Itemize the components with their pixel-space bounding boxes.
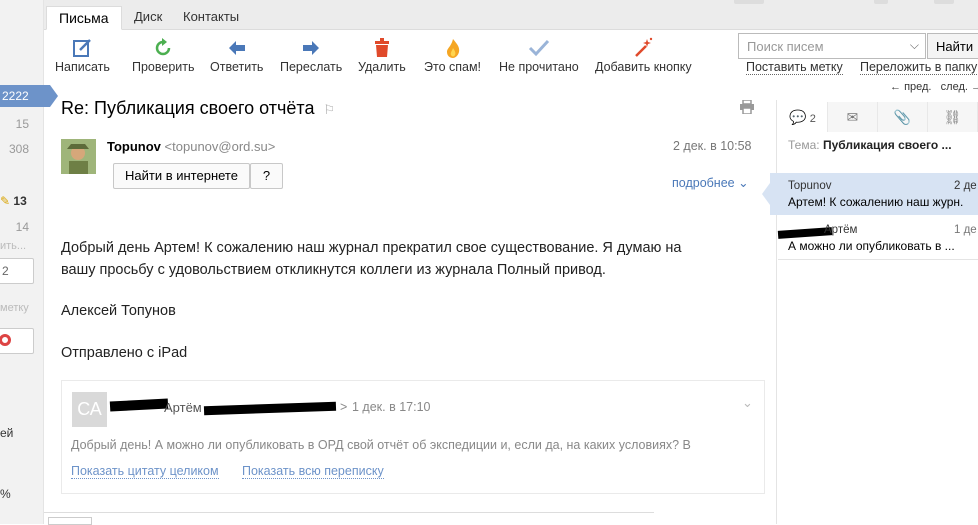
quoted-email-end: > <box>340 400 348 414</box>
top-right-controls <box>734 0 964 6</box>
next-link[interactable]: след. → <box>941 81 978 93</box>
folder-count: 14 <box>15 220 29 234</box>
find-online-button[interactable]: Найти в интернете <box>113 163 250 189</box>
delete-button[interactable]: Удалить <box>358 36 406 74</box>
redaction-mark <box>203 401 337 416</box>
body-line: Добрый день Артем! К сожалению наш журна… <box>61 240 682 256</box>
message-date: 2 дек. в 10:58 <box>673 139 752 153</box>
trash-icon <box>374 38 389 57</box>
body-line: вашу просьбу с удовольствием откликнутся… <box>61 262 606 278</box>
thread-item-selected[interactable]: Topunov 2 де Артем! К сожалению наш журн… <box>762 173 978 215</box>
magic-wand-icon <box>635 37 653 57</box>
quoted-avatar: СА <box>72 392 107 427</box>
fire-icon <box>446 39 459 58</box>
checkmark-icon <box>528 39 549 57</box>
chevron-down-icon[interactable]: ⌄ <box>742 395 753 411</box>
sender-email: <topunov@ord.su> <box>164 139 276 154</box>
compose-button[interactable]: Написать <box>55 36 110 74</box>
chevron-down-icon[interactable]: ⌵ <box>910 38 919 53</box>
thread-item-from: Артём <box>824 224 858 236</box>
folder-label-partial: метку <box>0 302 29 314</box>
quoted-date: 1 дек. в 17:10 <box>352 400 431 414</box>
quoted-text: Добрый день! А можно ли опубликовать в О… <box>71 438 691 452</box>
chat-bubble-icon: 💬 <box>789 109 807 125</box>
help-button[interactable]: ? <box>250 163 283 189</box>
forward-arrow-icon <box>303 41 320 55</box>
thread-item-date: 1 де <box>954 224 977 236</box>
more-details-link[interactable]: подробнее ⌄ <box>672 175 749 190</box>
sender-line: Topunov <topunov@ord.su> <box>107 139 275 154</box>
check-mail-button[interactable]: Проверить <box>132 36 195 74</box>
thread-tabs: 💬 2 ✉ 📎 ⛓ <box>778 102 978 132</box>
partial-button[interactable]: 2 <box>0 258 34 284</box>
tab-contacts[interactable]: Контакты <box>171 6 251 30</box>
show-thread-link[interactable]: Показать всю переписку <box>242 464 384 479</box>
folder-sidebar: 2222 15 308 ✎ 13 14 ить... 2 метку ей % <box>0 0 58 524</box>
spam-button[interactable]: Это спам! <box>424 36 481 74</box>
yandex-logo-icon <box>0 334 11 346</box>
thread-item-snippet: А можно ли опубликовать в ... <box>788 239 955 253</box>
thread-item-from: Topunov <box>788 180 832 192</box>
flag-icon[interactable]: ⚐ <box>323 102 335 117</box>
prev-link[interactable]: ← пред. <box>890 81 932 93</box>
folder-label-partial: % <box>0 487 11 501</box>
chevron-down-icon: ⌄ <box>738 176 749 190</box>
folder-label-partial: ей <box>0 426 14 440</box>
partial-button[interactable] <box>0 328 34 354</box>
search-input[interactable]: Поиск писем ⌵ <box>738 33 926 59</box>
sender-avatar[interactable] <box>61 139 96 174</box>
thread-item-snippet: Артем! К сожалению наш журн. <box>788 195 964 209</box>
sent-from-line: Отправлено с iPad <box>61 345 188 361</box>
tab-disk[interactable]: Диск <box>122 6 174 30</box>
message-subject: Re: Публикация своего отчёта ⚐ <box>61 98 336 118</box>
reply-button[interactable]: Ответить <box>210 36 263 74</box>
refresh-icon <box>156 38 171 56</box>
tab-thread[interactable]: 💬 2 <box>778 102 828 132</box>
link-icon: ⛓ <box>943 109 962 125</box>
paperclip-icon: 📎 <box>893 109 912 125</box>
folder-count: 15 <box>15 117 29 131</box>
thread-topic: Тема: Публикация своего ... <box>788 138 952 152</box>
tab-mail[interactable]: ✉ <box>828 102 878 132</box>
avatar-image <box>61 139 96 174</box>
search-button[interactable]: Найти <box>927 33 978 59</box>
signature: Алексей Топунов <box>61 303 176 319</box>
compose-icon <box>73 39 92 57</box>
tab-mail[interactable]: Письма <box>46 6 122 30</box>
service-tabs: Письма Диск Контакты <box>44 0 978 30</box>
folder-label-partial: ить... <box>0 240 27 252</box>
folder-count: 308 <box>8 142 29 156</box>
folder-count: ✎ 13 <box>0 194 27 208</box>
reply-arrow-icon <box>228 41 245 55</box>
thread-item[interactable]: Артём 1 де А можно ли опубликовать в ... <box>777 218 978 260</box>
tab-attachments[interactable]: 📎 <box>878 102 928 132</box>
mark-unread-button[interactable]: Не прочитано <box>499 36 579 74</box>
envelope-icon: ✉ <box>846 109 859 125</box>
set-label-link[interactable]: Поставить метку <box>746 60 843 75</box>
pager: ← пред. след. → <box>890 81 978 93</box>
move-to-folder-link[interactable]: Переложить в папку <box>860 60 978 75</box>
reply-area-edge <box>44 512 654 525</box>
add-button-button[interactable]: Добавить кнопку <box>595 36 692 74</box>
sender-name[interactable]: Topunov <box>107 139 161 154</box>
pane-divider <box>776 100 777 524</box>
tab-links[interactable]: ⛓ <box>928 102 978 132</box>
show-full-quote-link[interactable]: Показать цитату целиком <box>71 464 219 479</box>
print-icon[interactable] <box>739 100 755 114</box>
quoted-message[interactable]: СА Артём > 1 дек. в 17:10 ⌄ Добрый день!… <box>61 380 765 494</box>
inbox-count-badge[interactable]: 2222 <box>0 85 58 107</box>
pencil-icon: ✎ <box>0 194 11 208</box>
redaction-mark <box>109 398 169 412</box>
forward-button[interactable]: Переслать <box>280 36 342 74</box>
thread-item-date: 2 де <box>954 180 977 192</box>
quoted-sender-name: Артём <box>164 400 202 415</box>
